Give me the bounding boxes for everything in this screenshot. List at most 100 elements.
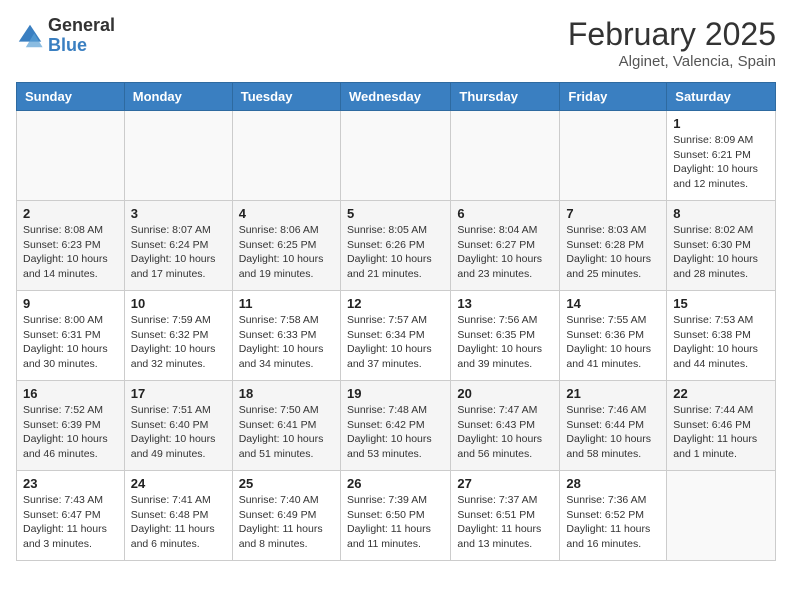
logo-icon	[16, 22, 44, 50]
calendar-cell: 4 Sunrise: 8:06 AM Sunset: 6:25 PM Daylig…	[232, 201, 340, 291]
calendar-cell: 5 Sunrise: 8:05 AM Sunset: 6:26 PM Daylig…	[340, 201, 450, 291]
calendar-cell: 17 Sunrise: 7:51 AM Sunset: 6:40 PM Dayli…	[124, 381, 232, 471]
day-number: 1	[673, 116, 769, 131]
week-row-4: 16 Sunrise: 7:52 AM Sunset: 6:39 PM Dayli…	[17, 381, 776, 471]
calendar-cell: 3 Sunrise: 8:07 AM Sunset: 6:24 PM Daylig…	[124, 201, 232, 291]
day-info: Sunrise: 7:36 AM Sunset: 6:52 PM Dayligh…	[566, 493, 660, 552]
day-number: 11	[239, 296, 334, 311]
day-info: Sunrise: 7:57 AM Sunset: 6:34 PM Dayligh…	[347, 313, 444, 372]
day-info: Sunrise: 7:46 AM Sunset: 6:44 PM Dayligh…	[566, 403, 660, 462]
day-info: Sunrise: 7:58 AM Sunset: 6:33 PM Dayligh…	[239, 313, 334, 372]
day-info: Sunrise: 7:48 AM Sunset: 6:42 PM Dayligh…	[347, 403, 444, 462]
day-info: Sunrise: 7:51 AM Sunset: 6:40 PM Dayligh…	[131, 403, 226, 462]
day-info: Sunrise: 7:43 AM Sunset: 6:47 PM Dayligh…	[23, 493, 118, 552]
day-info: Sunrise: 7:55 AM Sunset: 6:36 PM Dayligh…	[566, 313, 660, 372]
calendar-cell: 20 Sunrise: 7:47 AM Sunset: 6:43 PM Dayli…	[451, 381, 560, 471]
calendar-cell: 6Sunrise: 8:04 AM Sunset: 6:27 PM Daylig…	[451, 201, 560, 291]
day-number: 3	[131, 206, 226, 221]
day-number: 22	[673, 386, 769, 401]
calendar-cell: 13Sunrise: 7:56 AM Sunset: 6:35 PM Dayli…	[451, 291, 560, 381]
day-info: Sunrise: 7:56 AM Sunset: 6:35 PM Dayligh…	[457, 313, 553, 372]
day-info: Sunrise: 7:47 AM Sunset: 6:43 PM Dayligh…	[457, 403, 553, 462]
calendar-cell: 8 Sunrise: 8:02 AM Sunset: 6:30 PM Daylig…	[667, 201, 776, 291]
calendar-cell: 25 Sunrise: 7:40 AM Sunset: 6:49 PM Dayli…	[232, 471, 340, 561]
calendar-cell: 11 Sunrise: 7:58 AM Sunset: 6:33 PM Dayli…	[232, 291, 340, 381]
calendar-cell: 16 Sunrise: 7:52 AM Sunset: 6:39 PM Dayli…	[17, 381, 125, 471]
calendar-cell	[451, 111, 560, 201]
location-subtitle: Alginet, Valencia, Spain	[568, 53, 776, 70]
day-number: 25	[239, 476, 334, 491]
logo-blue: Blue	[48, 35, 87, 55]
day-number: 15	[673, 296, 769, 311]
calendar-cell: 18Sunrise: 7:50 AM Sunset: 6:41 PM Dayli…	[232, 381, 340, 471]
calendar-cell: 10 Sunrise: 7:59 AM Sunset: 6:32 PM Dayli…	[124, 291, 232, 381]
weekday-header-thursday: Thursday	[451, 83, 560, 111]
weekday-header-wednesday: Wednesday	[340, 83, 450, 111]
weekday-header-sunday: Sunday	[17, 83, 125, 111]
day-number: 17	[131, 386, 226, 401]
calendar-cell	[667, 471, 776, 561]
day-number: 21	[566, 386, 660, 401]
day-info: Sunrise: 8:06 AM Sunset: 6:25 PM Dayligh…	[239, 223, 334, 282]
week-row-3: 9 Sunrise: 8:00 AM Sunset: 6:31 PM Daylig…	[17, 291, 776, 381]
day-number: 12	[347, 296, 444, 311]
day-number: 7	[566, 206, 660, 221]
day-number: 10	[131, 296, 226, 311]
calendar-cell: 15 Sunrise: 7:53 AM Sunset: 6:38 PM Dayli…	[667, 291, 776, 381]
logo: General Blue	[16, 16, 115, 56]
day-number: 4	[239, 206, 334, 221]
day-number: 23	[23, 476, 118, 491]
day-info: Sunrise: 7:53 AM Sunset: 6:38 PM Dayligh…	[673, 313, 769, 372]
calendar-cell	[560, 111, 667, 201]
day-info: Sunrise: 7:41 AM Sunset: 6:48 PM Dayligh…	[131, 493, 226, 552]
day-info: Sunrise: 8:00 AM Sunset: 6:31 PM Dayligh…	[23, 313, 118, 372]
calendar-cell	[124, 111, 232, 201]
day-number: 16	[23, 386, 118, 401]
day-number: 8	[673, 206, 769, 221]
day-number: 27	[457, 476, 553, 491]
weekday-header-saturday: Saturday	[667, 83, 776, 111]
day-number: 20	[457, 386, 553, 401]
calendar-cell: 9 Sunrise: 8:00 AM Sunset: 6:31 PM Daylig…	[17, 291, 125, 381]
day-info: Sunrise: 8:02 AM Sunset: 6:30 PM Dayligh…	[673, 223, 769, 282]
day-info: Sunrise: 7:59 AM Sunset: 6:32 PM Dayligh…	[131, 313, 226, 372]
day-info: Sunrise: 8:08 AM Sunset: 6:23 PM Dayligh…	[23, 223, 118, 282]
week-row-2: 2 Sunrise: 8:08 AM Sunset: 6:23 PM Daylig…	[17, 201, 776, 291]
day-number: 14	[566, 296, 660, 311]
calendar-cell: 14 Sunrise: 7:55 AM Sunset: 6:36 PM Dayli…	[560, 291, 667, 381]
calendar-cell: 22 Sunrise: 7:44 AM Sunset: 6:46 PM Dayli…	[667, 381, 776, 471]
day-info: Sunrise: 7:39 AM Sunset: 6:50 PM Dayligh…	[347, 493, 444, 552]
day-number: 9	[23, 296, 118, 311]
day-number: 19	[347, 386, 444, 401]
page-header: General Blue February 2025 Alginet, Vale…	[16, 16, 776, 70]
logo-general: General	[48, 15, 115, 35]
day-info: Sunrise: 7:40 AM Sunset: 6:49 PM Dayligh…	[239, 493, 334, 552]
weekday-header-row: SundayMondayTuesdayWednesdayThursdayFrid…	[17, 83, 776, 111]
calendar-cell: 23 Sunrise: 7:43 AM Sunset: 6:47 PM Dayli…	[17, 471, 125, 561]
calendar-cell: 7 Sunrise: 8:03 AM Sunset: 6:28 PM Daylig…	[560, 201, 667, 291]
day-info: Sunrise: 7:37 AM Sunset: 6:51 PM Dayligh…	[457, 493, 553, 552]
calendar-cell: 24Sunrise: 7:41 AM Sunset: 6:48 PM Dayli…	[124, 471, 232, 561]
weekday-header-tuesday: Tuesday	[232, 83, 340, 111]
day-number: 28	[566, 476, 660, 491]
day-info: Sunrise: 7:52 AM Sunset: 6:39 PM Dayligh…	[23, 403, 118, 462]
day-info: Sunrise: 8:05 AM Sunset: 6:26 PM Dayligh…	[347, 223, 444, 282]
calendar-cell: 27 Sunrise: 7:37 AM Sunset: 6:51 PM Dayli…	[451, 471, 560, 561]
calendar-cell: 21 Sunrise: 7:46 AM Sunset: 6:44 PM Dayli…	[560, 381, 667, 471]
month-year-title: February 2025	[568, 16, 776, 53]
day-number: 26	[347, 476, 444, 491]
calendar-table: SundayMondayTuesdayWednesdayThursdayFrid…	[16, 82, 776, 561]
day-number: 5	[347, 206, 444, 221]
day-info: Sunrise: 7:44 AM Sunset: 6:46 PM Dayligh…	[673, 403, 769, 462]
calendar-cell	[340, 111, 450, 201]
day-info: Sunrise: 8:07 AM Sunset: 6:24 PM Dayligh…	[131, 223, 226, 282]
day-number: 2	[23, 206, 118, 221]
day-info: Sunrise: 8:03 AM Sunset: 6:28 PM Dayligh…	[566, 223, 660, 282]
day-info: Sunrise: 8:04 AM Sunset: 6:27 PM Dayligh…	[457, 223, 553, 282]
week-row-5: 23 Sunrise: 7:43 AM Sunset: 6:47 PM Dayli…	[17, 471, 776, 561]
calendar-cell: 1Sunrise: 8:09 AM Sunset: 6:21 PM Daylig…	[667, 111, 776, 201]
calendar-cell: 26 Sunrise: 7:39 AM Sunset: 6:50 PM Dayli…	[340, 471, 450, 561]
calendar-cell: 2 Sunrise: 8:08 AM Sunset: 6:23 PM Daylig…	[17, 201, 125, 291]
week-row-1: 1Sunrise: 8:09 AM Sunset: 6:21 PM Daylig…	[17, 111, 776, 201]
weekday-header-monday: Monday	[124, 83, 232, 111]
